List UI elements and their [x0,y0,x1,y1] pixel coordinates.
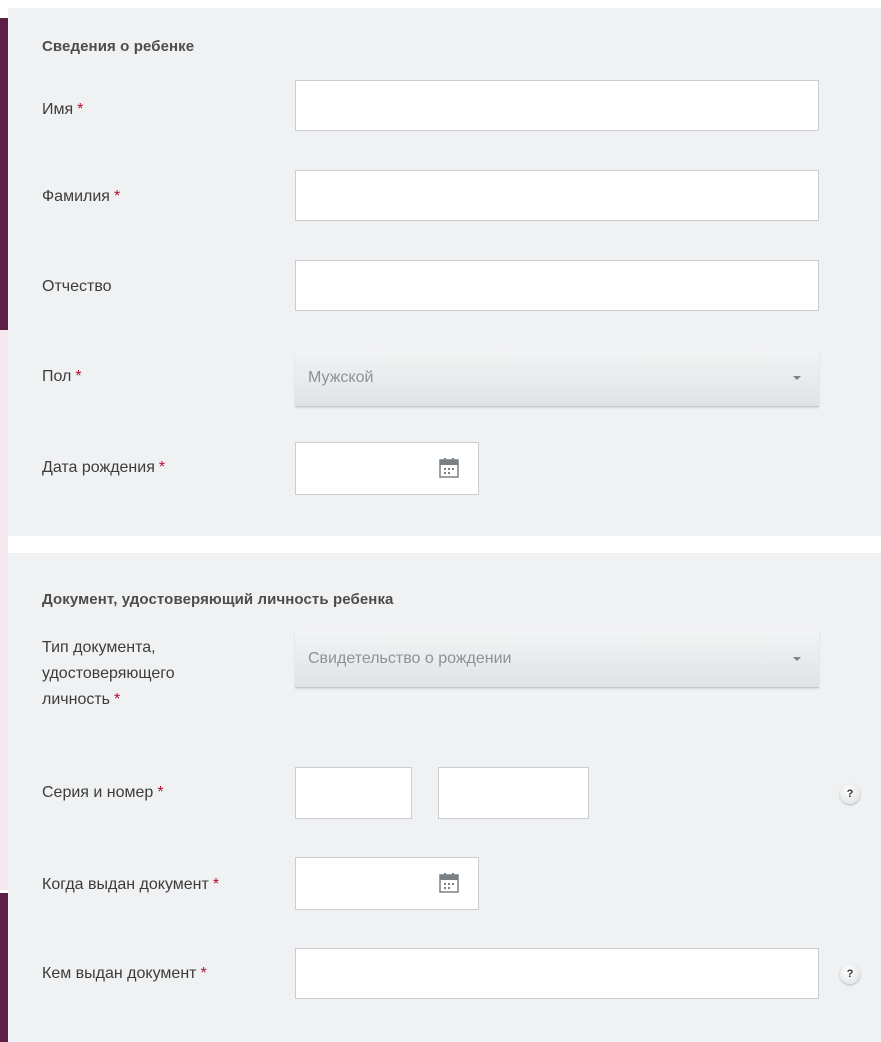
section-title-document: Документ, удостоверяющий личность ребенк… [42,591,394,608]
doc-type-select[interactable]: Свидетельство о рождении [295,630,819,688]
calendar-icon[interactable] [438,872,460,894]
required-mark: * [75,368,82,385]
required-mark: * [157,784,164,801]
help-icon[interactable]: ? [840,964,860,984]
child-info-panel: Сведения о ребенке Имя * Фамилия * Отчеств… [8,8,881,536]
left-accent-strip [0,18,8,330]
gender-select[interactable]: Мужской [295,349,819,407]
series-number-label: Серия и номер * [42,784,164,801]
issue-date-label: Когда выдан документ * [42,876,220,893]
gender-select-value: Мужской [308,368,374,386]
issued-by-input[interactable] [295,948,819,999]
gender-label: Пол * [42,368,82,385]
required-mark: * [114,691,121,708]
chevron-down-icon [793,656,801,661]
required-mark: * [113,188,121,205]
first-name-input[interactable] [295,80,819,131]
calendar-icon[interactable] [438,457,460,479]
last-name-label: Фамилия * [42,188,121,205]
number-input[interactable] [438,767,589,819]
left-accent-strip-bottom [0,893,8,1042]
series-input[interactable] [295,767,412,819]
doc-type-label: Тип документа, удостоверяющего личность * [42,639,175,708]
help-icon[interactable]: ? [840,784,860,804]
left-accent-strip-light [0,330,8,890]
patronymic-label: Отчество [42,278,112,295]
required-mark: * [212,876,220,893]
section-title-child: Сведения о ребенке [42,38,195,55]
chevron-down-icon [793,375,801,380]
patronymic-input[interactable] [295,260,819,311]
doc-type-select-value: Свидетельство о рождении [308,649,512,667]
birth-date-input[interactable] [295,442,479,495]
birth-date-label: Дата рождения * [42,459,166,476]
first-name-label: Имя * [42,101,84,118]
required-mark: * [200,965,207,982]
issued-by-label: Кем выдан документ * [42,965,207,982]
document-panel: Документ, удостоверяющий личность ребенк… [8,553,881,1042]
required-mark: * [158,459,166,476]
issue-date-input[interactable] [295,857,479,910]
required-mark: * [77,101,84,118]
last-name-input[interactable] [295,170,819,221]
